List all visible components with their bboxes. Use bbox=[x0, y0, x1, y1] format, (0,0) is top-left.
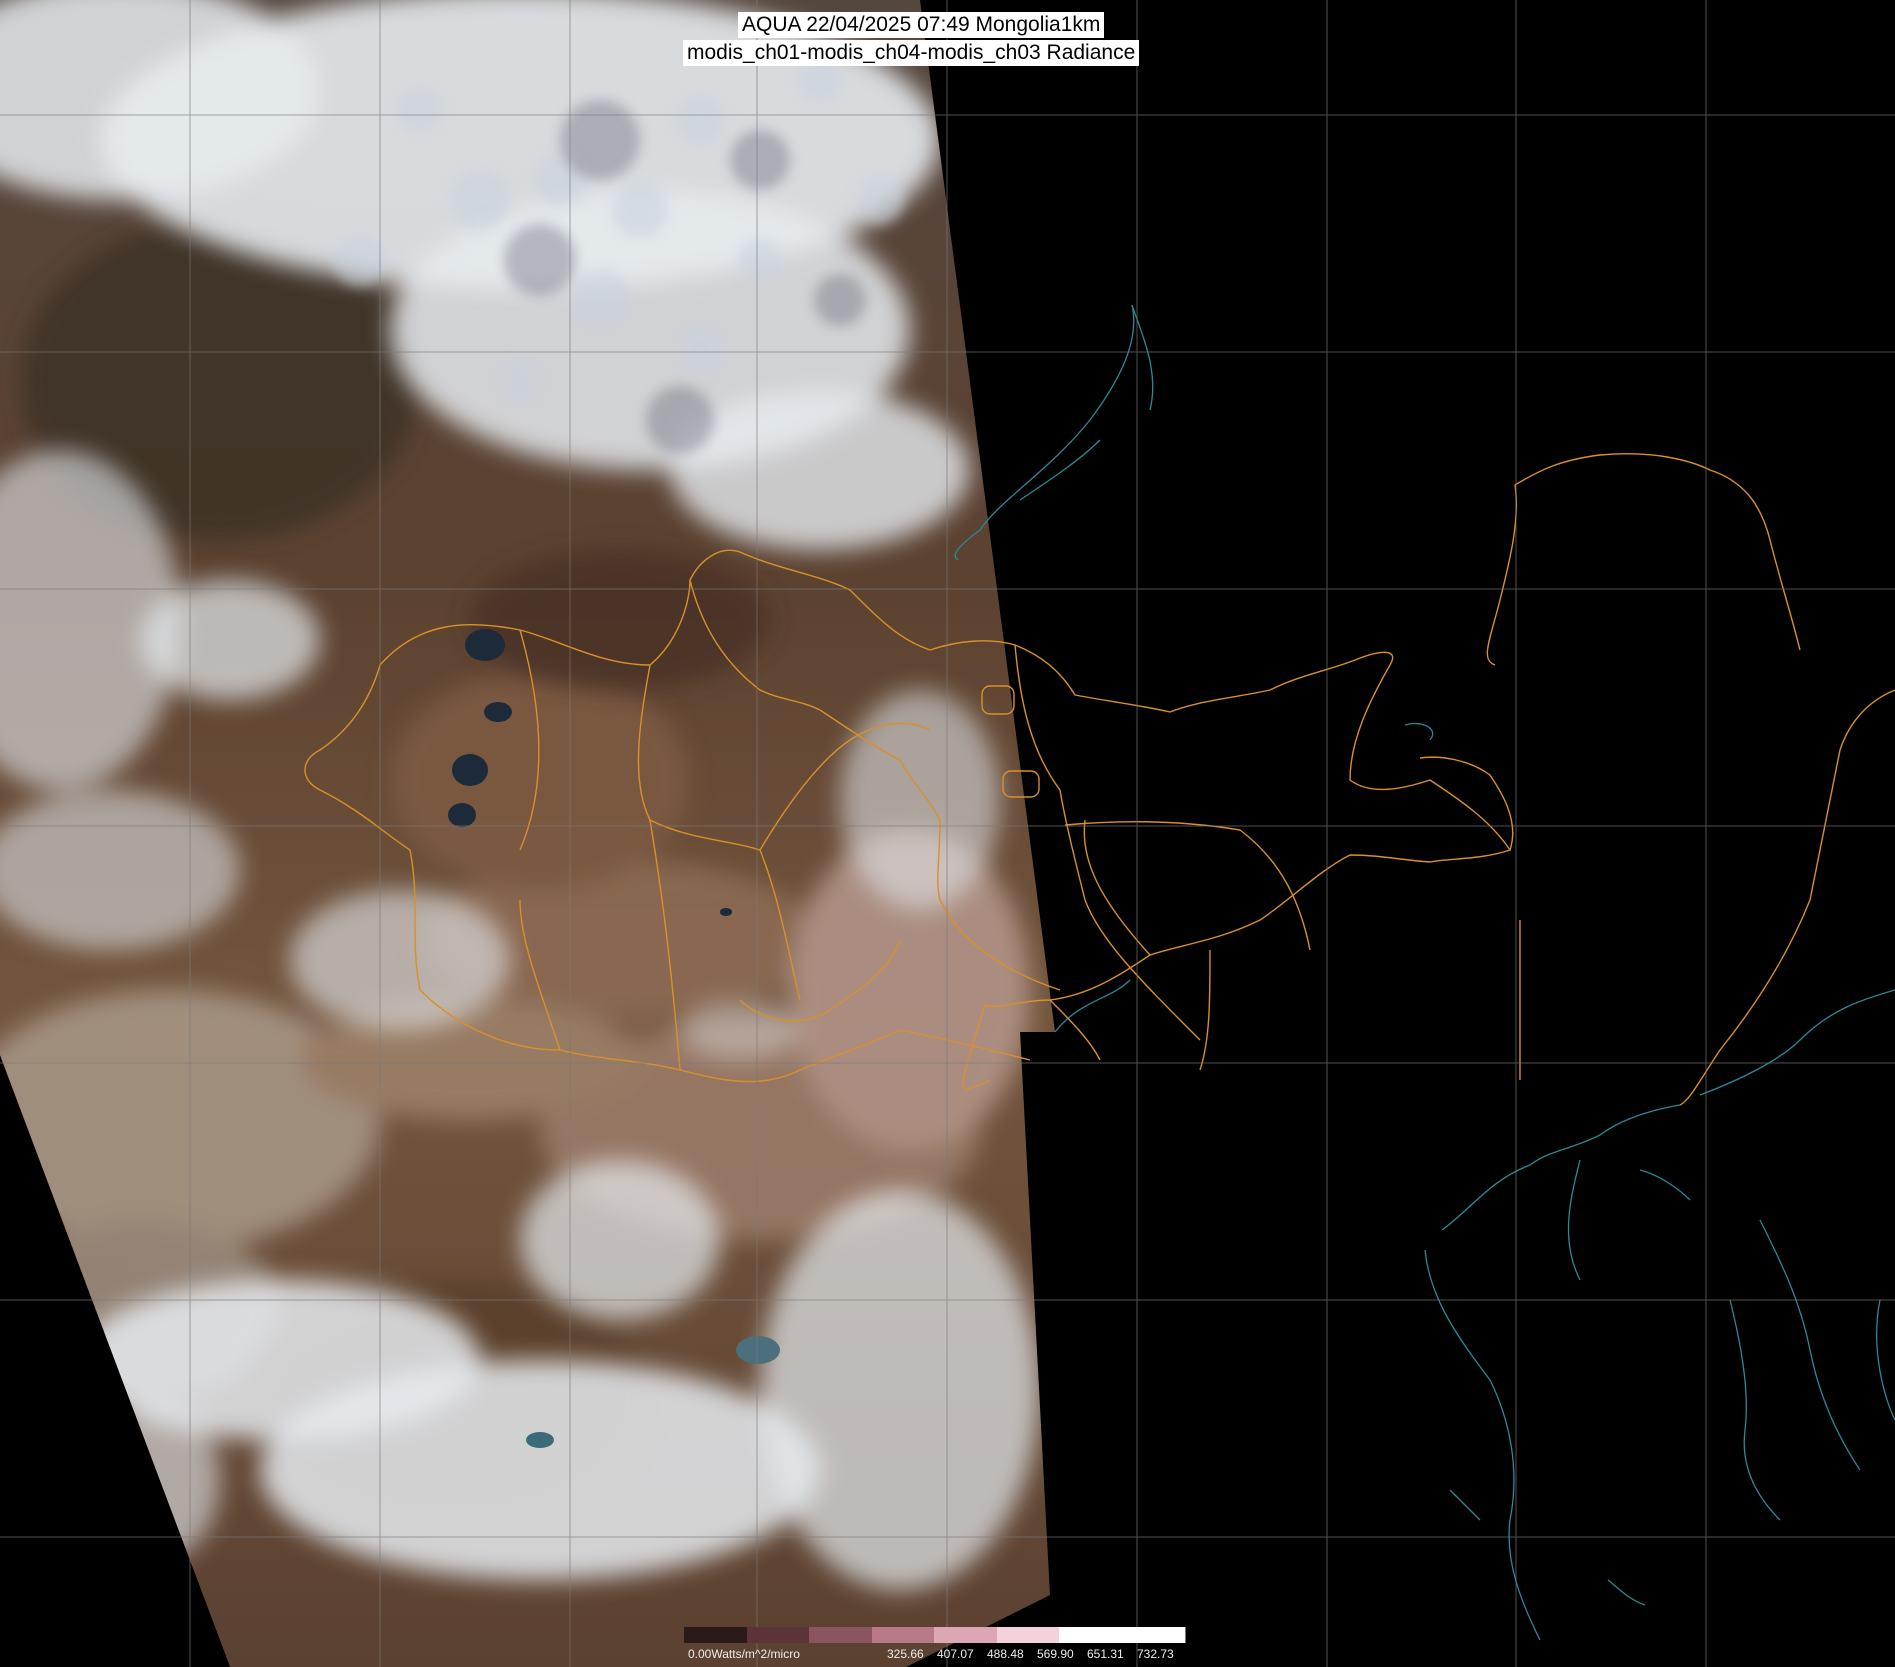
colorbar-tick: 488.48 bbox=[987, 1647, 1024, 1661]
colorbar-unit-label: 0.00Watts/m^2/micro bbox=[688, 1647, 800, 1661]
colorbar-tick: 407.07 bbox=[937, 1647, 974, 1661]
colorbar-swatch bbox=[1059, 1627, 1123, 1643]
colorbar-tick: 569.90 bbox=[1037, 1647, 1074, 1661]
colorbar-tick: 651.31 bbox=[1087, 1647, 1124, 1661]
title-line-1: AQUA 22/04/2025 07:49 Mongolia1km bbox=[738, 12, 1105, 38]
colorbar-swatch bbox=[1121, 1627, 1186, 1643]
colorbar-swatch bbox=[934, 1627, 998, 1643]
colorbar-swatch bbox=[684, 1627, 748, 1643]
colorbar-swatch bbox=[871, 1627, 936, 1643]
satellite-swath bbox=[0, 0, 1055, 1667]
satellite-scene bbox=[0, 0, 1895, 1667]
colorbar-legend: 0.00Watts/m^2/micro 325.66 407.07 488.48… bbox=[684, 1627, 1204, 1667]
title-line-2: modis_ch01-modis_ch04-modis_ch03 Radianc… bbox=[683, 40, 1140, 66]
colorbar-tick: 732.73 bbox=[1137, 1647, 1174, 1661]
colorbar-swatch bbox=[809, 1627, 873, 1643]
colorbar-swatch bbox=[996, 1627, 1061, 1643]
colorbar-tick: 325.66 bbox=[887, 1647, 924, 1661]
colorbar-swatch bbox=[746, 1627, 811, 1643]
